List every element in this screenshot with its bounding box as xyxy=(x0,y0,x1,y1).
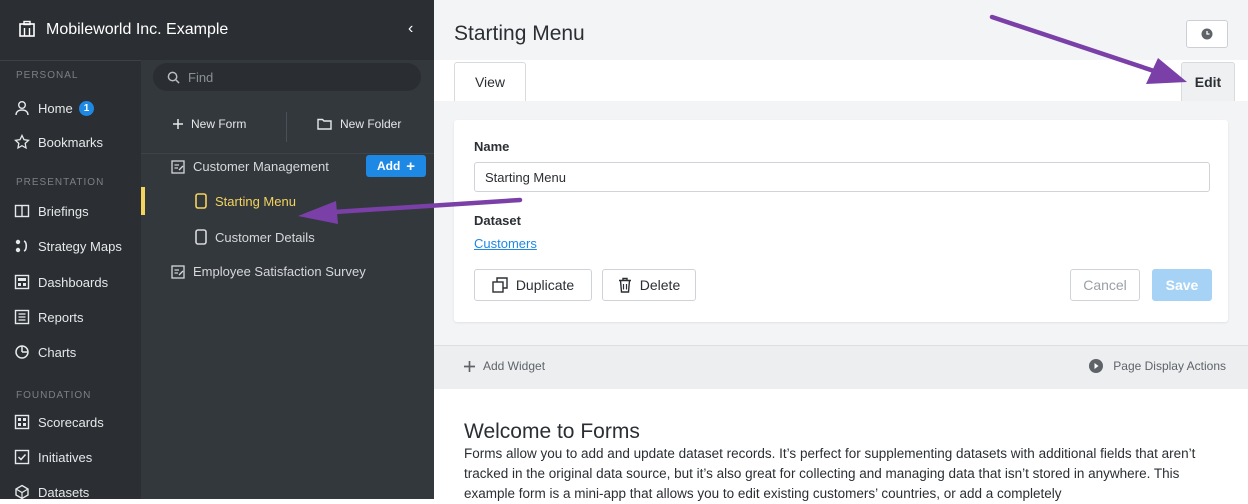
search-placeholder: Find xyxy=(188,69,214,85)
nav-label-dashboards: Dashboards xyxy=(38,274,109,290)
page-title: Starting Menu xyxy=(454,22,585,45)
nav-label-briefings: Briefings xyxy=(38,203,89,219)
tabs-strip xyxy=(434,60,1248,101)
plus-icon: + xyxy=(406,157,416,175)
nav-label-reports: Reports xyxy=(38,309,84,325)
report-icon xyxy=(14,309,30,325)
welcome-body: Forms allow you to add and update datase… xyxy=(464,446,1196,501)
tree-divider xyxy=(141,153,434,154)
checkbox-icon xyxy=(14,449,30,465)
dataset-icon xyxy=(15,484,29,500)
tree-label: Starting Menu xyxy=(215,193,296,209)
tree-item-customer-details[interactable]: Customer Details xyxy=(195,229,315,245)
scorecard-icon xyxy=(14,414,30,430)
book-icon xyxy=(14,204,30,218)
search-input[interactable]: Find xyxy=(153,63,421,91)
pie-chart-icon xyxy=(15,345,29,359)
nav-item-home[interactable]: Home 1 xyxy=(14,96,138,120)
widget-bar: Add Widget Page Display Actions xyxy=(434,345,1248,390)
form-icon xyxy=(171,264,185,279)
tab-view[interactable]: View xyxy=(454,62,526,101)
search-icon xyxy=(167,71,180,84)
new-folder-label: New Folder xyxy=(340,117,402,131)
welcome-title: Welcome to Forms xyxy=(464,420,640,443)
toolbar-divider xyxy=(286,112,287,142)
nav-item-reports[interactable]: Reports xyxy=(14,305,138,329)
tab-edit[interactable]: Edit xyxy=(1181,62,1235,101)
trash-icon xyxy=(618,277,631,293)
name-field[interactable]: Starting Menu xyxy=(474,162,1210,192)
add-button[interactable]: Add + xyxy=(366,155,426,177)
delete-button[interactable]: Delete xyxy=(602,269,696,301)
tree-label: Customer Management xyxy=(193,159,329,174)
building-icon xyxy=(19,20,35,37)
mobile-icon xyxy=(195,193,207,209)
tree-label: Employee Satisfaction Survey xyxy=(193,264,366,279)
cancel-button[interactable]: Cancel xyxy=(1070,269,1140,301)
dataset-label: Dataset xyxy=(474,213,521,228)
person-icon xyxy=(15,101,29,116)
selected-indicator xyxy=(141,187,145,215)
nav-item-scorecards[interactable]: Scorecards xyxy=(14,410,138,434)
welcome-section: Welcome to Forms Forms allow you to add … xyxy=(434,389,1248,501)
tree-item-employee-survey[interactable]: Employee Satisfaction Survey xyxy=(171,264,366,279)
duplicate-icon xyxy=(492,277,508,293)
add-label: Add xyxy=(376,159,401,173)
section-foundation: FOUNDATION xyxy=(16,390,92,401)
page-display-actions-button[interactable]: Page Display Actions xyxy=(1089,359,1226,373)
tree-item-starting-menu[interactable]: Starting Menu xyxy=(195,193,296,209)
form-icon xyxy=(171,159,185,174)
duplicate-button[interactable]: Duplicate xyxy=(474,269,592,301)
nav-label-home: Home xyxy=(38,100,73,116)
nav-label-bookmarks: Bookmarks xyxy=(38,134,104,150)
plus-icon xyxy=(464,360,475,372)
nav-label-scorecards: Scorecards xyxy=(38,414,104,430)
add-widget-label: Add Widget xyxy=(483,359,546,373)
tree-item-customer-management[interactable]: Customer Management xyxy=(171,159,329,174)
nav-item-initiatives[interactable]: Initiatives xyxy=(14,445,138,469)
save-button[interactable]: Save xyxy=(1152,269,1212,301)
nav-item-dashboards[interactable]: Dashboards xyxy=(14,270,138,294)
main-panel: Starting Menu View Edit Name Starting Me… xyxy=(434,0,1248,501)
dataset-link[interactable]: Customers xyxy=(474,236,537,251)
nav-item-bookmarks[interactable]: Bookmarks xyxy=(14,130,138,154)
clock-icon xyxy=(1201,28,1213,40)
delete-label: Delete xyxy=(639,277,681,293)
strategy-map-icon xyxy=(15,239,28,253)
left-nav: PERSONAL Home 1 Bookmarks PRESENTATION B… xyxy=(0,0,141,500)
star-icon xyxy=(14,134,30,150)
page-display-actions-label: Page Display Actions xyxy=(1113,359,1226,373)
nav-label-strategy-maps: Strategy Maps xyxy=(38,238,122,254)
nav-label-datasets: Datasets xyxy=(38,484,90,500)
plus-icon xyxy=(173,119,183,129)
dashboard-icon xyxy=(14,274,30,290)
nav-item-charts[interactable]: Charts xyxy=(14,340,138,364)
collapse-sidebar-icon[interactable]: ‹ xyxy=(408,20,413,38)
new-form-button[interactable]: New Form xyxy=(173,117,246,131)
form-settings-card: Name Starting Menu Dataset Customers Dup… xyxy=(454,120,1228,322)
folder-icon xyxy=(317,118,332,130)
section-personal: PERSONAL xyxy=(16,70,79,81)
nav-item-datasets[interactable]: Datasets xyxy=(14,480,138,504)
nav-item-briefings[interactable]: Briefings xyxy=(14,199,138,223)
nav-label-charts: Charts xyxy=(38,344,77,360)
section-presentation: PRESENTATION xyxy=(16,177,105,188)
new-form-label: New Form xyxy=(191,117,247,131)
org-name: Mobileworld Inc. Example xyxy=(46,21,229,38)
org-header: Mobileworld Inc. Example ‹ xyxy=(0,0,434,61)
play-icon xyxy=(1089,359,1104,373)
name-value: Starting Menu xyxy=(485,169,566,185)
nav-label-initiatives: Initiatives xyxy=(38,449,93,465)
duplicate-label: Duplicate xyxy=(515,277,575,293)
name-label: Name xyxy=(474,139,510,154)
nav-item-strategy-maps[interactable]: Strategy Maps xyxy=(14,234,138,258)
forms-tree-panel: Find New Form New Folder Customer Manage… xyxy=(141,60,434,499)
notification-badge: 1 xyxy=(78,100,95,116)
add-widget-button[interactable]: Add Widget xyxy=(464,359,545,373)
history-button[interactable] xyxy=(1186,20,1228,48)
tree-label: Customer Details xyxy=(215,229,315,245)
new-folder-button[interactable]: New Folder xyxy=(317,117,401,131)
mobile-icon xyxy=(195,229,207,245)
